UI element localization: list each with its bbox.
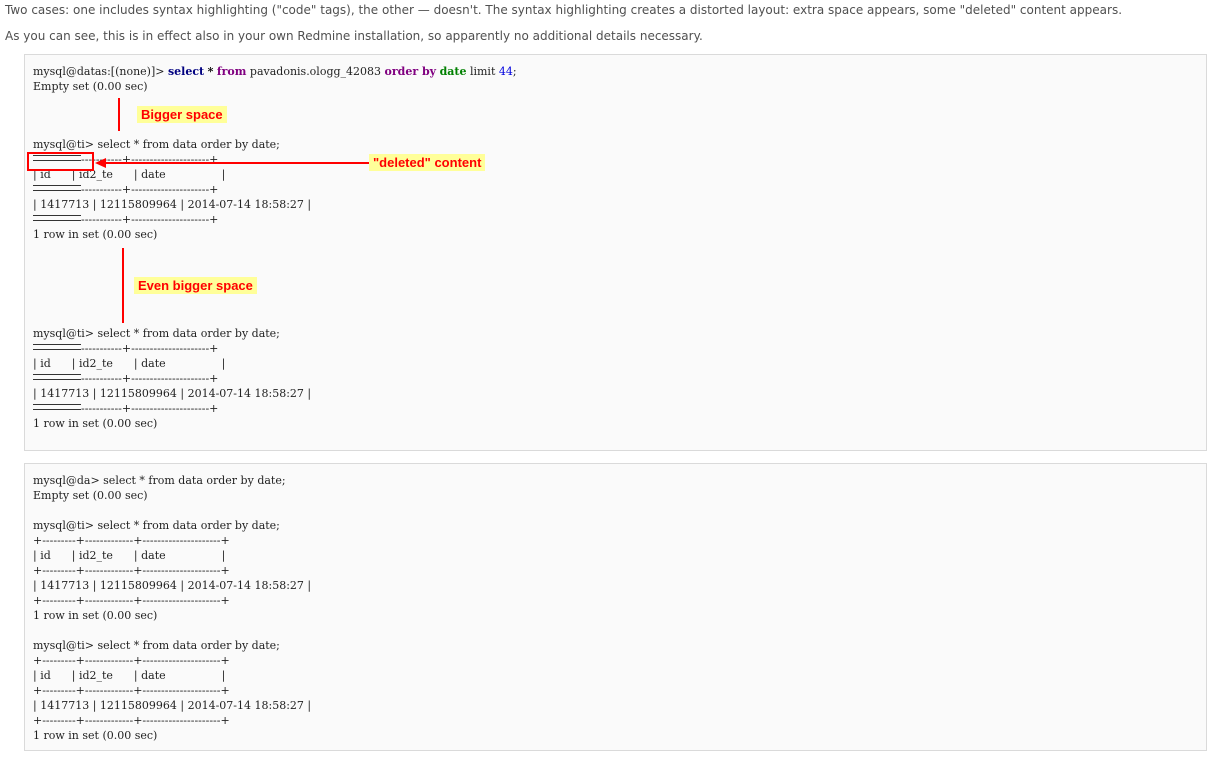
deleted-content-box — [27, 152, 94, 171]
annotation-deleted-content: "deleted" content — [369, 154, 486, 171]
arrow-head-icon — [95, 158, 106, 168]
annotation-even-bigger-space: Even bigger space — [134, 277, 257, 294]
annotation-bigger-space: Bigger space — [137, 106, 227, 123]
